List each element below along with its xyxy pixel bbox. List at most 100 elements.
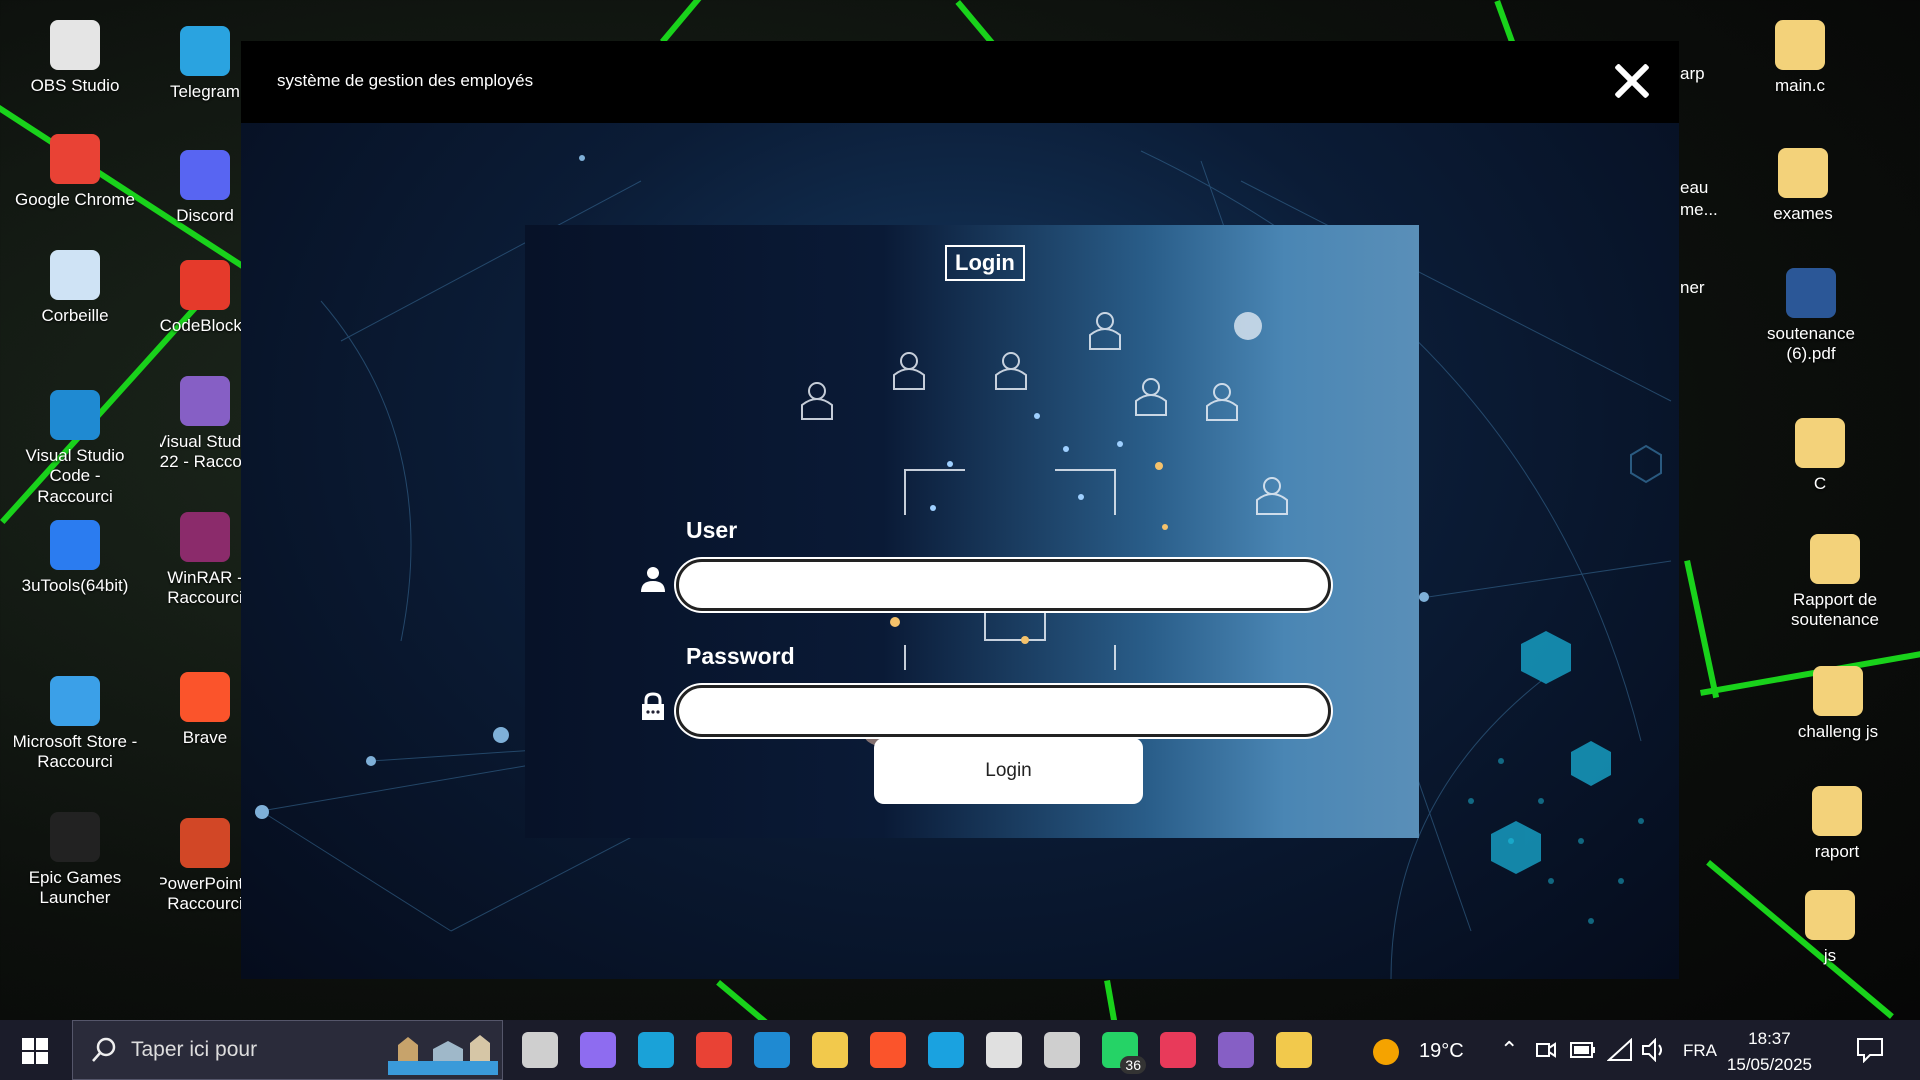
desktop-shortcut-label: CodeBlocks (160, 316, 241, 335)
desktop-shortcut[interactable]: Visual Studio Code - Raccourci (10, 390, 140, 507)
desktop-shortcut[interactable]: Google Chrome (10, 134, 140, 210)
wifi-icon[interactable] (1607, 1038, 1633, 1062)
desktop-shortcut[interactable]: Brave (160, 672, 241, 748)
vscode-taskbar-icon[interactable] (754, 1032, 790, 1068)
whatsapp-icon[interactable]: 36 (1102, 1032, 1146, 1074)
3utools-icon (50, 520, 100, 570)
brave-icon (180, 672, 230, 722)
chrome-taskbar-icon[interactable] (696, 1032, 732, 1068)
desktop-shortcut[interactable]: C (1755, 418, 1885, 494)
desktop-shortcut[interactable]: js (1765, 890, 1895, 966)
desktop-shortcut[interactable]: challeng js (1773, 666, 1903, 742)
taskbar: Taper ici pour 36 19°C ⌃ FRA 18:37 15/05… (0, 1020, 1920, 1080)
brave-taskbar-icon[interactable] (870, 1032, 906, 1068)
desktop-shortcut-label: OBS Studio (30, 76, 120, 95)
edge-icon[interactable] (638, 1032, 674, 1068)
desktop-shortcut[interactable]: WinRAR - Raccourci (160, 512, 241, 609)
desktop-shortcut[interactable]: Corbeille (10, 250, 140, 326)
desktop-shortcut[interactable]: Microsoft Store - Raccourci (10, 676, 140, 773)
desktop-shortcut-label: Discord (176, 206, 234, 225)
desktop-shortcut[interactable]: raport (1772, 786, 1902, 862)
copilot-icon[interactable] (580, 1032, 616, 1068)
app-box-icon[interactable] (1044, 1032, 1080, 1068)
meeting-icon[interactable] (1535, 1038, 1557, 1062)
obs-icon (50, 20, 100, 70)
lock-icon (642, 692, 664, 720)
folder-icon (1810, 534, 1860, 584)
desktop-partial-label: me... (1680, 200, 1718, 219)
desktop-shortcut-label: Brave (182, 728, 228, 747)
desktop-shortcut[interactable]: OBS Studio (10, 20, 140, 96)
battery-icon[interactable] (1570, 1041, 1596, 1059)
desktop-shortcut[interactable]: 3uTools(64bit) (10, 520, 140, 596)
desktop-shortcut[interactable]: Discord (160, 150, 241, 226)
desktop-partial-label: eau (1680, 178, 1709, 197)
desktop-shortcut[interactable]: Visual Studio 2022 - Raccourci (160, 376, 241, 473)
desktop-shortcut[interactable]: main.c (1735, 20, 1865, 96)
c-file-icon (1775, 20, 1825, 70)
user-input[interactable] (679, 562, 1328, 608)
desktop-shortcut[interactable]: exames (1738, 148, 1868, 224)
desktop-shortcut[interactable]: Epic Games Launcher (10, 812, 140, 909)
wallpaper-line (660, 0, 717, 44)
recycle-bin-icon (50, 250, 100, 300)
search-highlight-illustration (388, 1035, 498, 1075)
app-blue-icon[interactable] (928, 1032, 964, 1068)
wallpaper-line (1684, 560, 1720, 699)
close-icon[interactable] (1611, 61, 1651, 101)
winrar-icon (180, 512, 230, 562)
user-label: User (686, 517, 738, 543)
desktop-shortcut[interactable]: soutenance (6).pdf (1746, 268, 1876, 365)
desktop-shortcut-label: PowerPoint - Raccourci (160, 874, 241, 914)
desktop-shortcut-label: Telegram (170, 82, 240, 101)
desktop-partial-label: ner (1680, 278, 1705, 297)
task-view-icon[interactable] (522, 1032, 558, 1068)
clock[interactable]: 18:37 15/05/2025 (1727, 1026, 1812, 1078)
notification-center-icon[interactable] (1856, 1037, 1884, 1063)
desktop-shortcut-label: 3uTools(64bit) (21, 576, 129, 595)
password-label: Password (686, 643, 795, 669)
discord-icon (180, 150, 230, 200)
winforms-app-icon[interactable] (1276, 1032, 1312, 1068)
desktop-shortcut-label: WinRAR - Raccourci (167, 568, 241, 608)
taskbar-search[interactable]: Taper ici pour (72, 1020, 503, 1080)
vscode-icon (50, 390, 100, 440)
search-icon (92, 1037, 116, 1062)
weather-sun-icon (1373, 1039, 1399, 1065)
desktop-shortcut[interactable]: CodeBlocks (160, 260, 241, 336)
windows-start-icon[interactable] (22, 1038, 48, 1064)
epic-games-icon (50, 812, 100, 862)
chevron-up-icon[interactable]: ⌃ (1500, 1037, 1518, 1063)
weather-temperature[interactable]: 19°C (1419, 1040, 1464, 1063)
password-field[interactable] (676, 685, 1331, 737)
file-explorer-icon[interactable] (812, 1032, 848, 1068)
visual-studio-icon (180, 376, 230, 426)
folder-icon (1778, 148, 1828, 198)
search-placeholder: Taper ici pour (131, 1038, 258, 1061)
whatsapp-badge: 36 (1120, 1056, 1146, 1074)
desktop-shortcut-label: Visual Studio 2022 - Raccourci (160, 432, 241, 472)
language-indicator[interactable]: FRA (1683, 1041, 1717, 1061)
user-field[interactable] (676, 559, 1331, 611)
desktop-shortcut-label: Rapport de soutenance (1791, 590, 1879, 630)
desktop-shortcut[interactable]: PowerPoint - Raccourci (160, 818, 241, 915)
desktop-shortcut-label: exames (1773, 204, 1833, 223)
folder-icon (1795, 418, 1845, 468)
snipping-tool-icon[interactable] (1160, 1032, 1196, 1068)
powerpoint-icon (180, 818, 230, 868)
window-title: système de gestion des employés (277, 71, 534, 90)
word-doc-icon (1786, 268, 1836, 318)
speaker-icon[interactable] (1641, 1038, 1667, 1062)
panel-title: Login (945, 245, 1025, 281)
login-button[interactable]: Login (874, 738, 1143, 804)
visual-studio-taskbar-icon[interactable] (1218, 1032, 1254, 1068)
clock-time: 18:37 (1748, 1029, 1791, 1048)
desktop-shortcut-label: Epic Games Launcher (28, 868, 122, 908)
settings-icon[interactable] (986, 1032, 1022, 1068)
desktop-shortcut[interactable]: Telegram (160, 26, 241, 102)
folder-icon (1812, 786, 1862, 836)
password-input[interactable] (679, 688, 1328, 734)
desktop-column-clipped: Telegram Discord CodeBlocks Visual Studio 2… (160, 0, 241, 1000)
desktop-shortcut[interactable]: Rapport de soutenance (1770, 534, 1900, 631)
telegram-icon (180, 26, 230, 76)
